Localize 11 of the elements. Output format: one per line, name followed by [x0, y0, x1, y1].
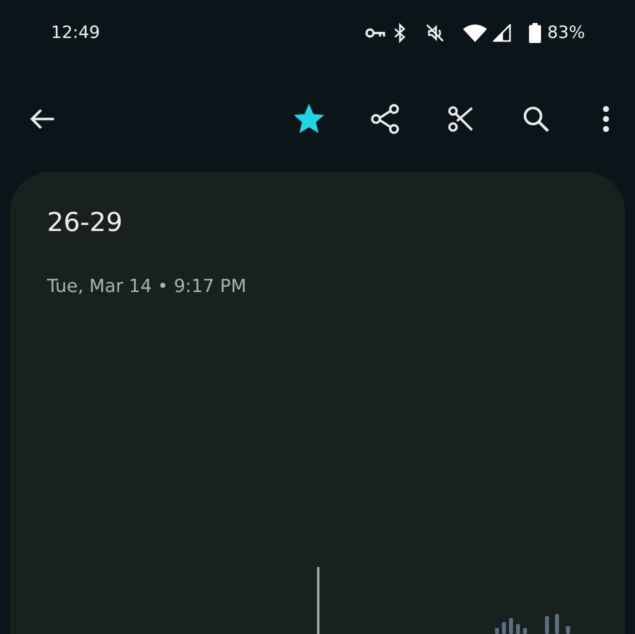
recording-date: Tue, Mar 14 • 9:17 PM [47, 276, 248, 297]
recording-title: 26-29 [47, 208, 124, 238]
battery-percentage: 83% [547, 23, 585, 43]
wifi-icon [463, 24, 488, 42]
more-options-icon [603, 106, 609, 132]
muted-vibrate-icon [425, 23, 446, 43]
status-time: 12:49 [51, 23, 100, 43]
bluetooth-icon [393, 23, 408, 43]
battery-icon [529, 23, 542, 43]
cell-signal-icon [493, 24, 512, 42]
key-icon [365, 27, 388, 39]
